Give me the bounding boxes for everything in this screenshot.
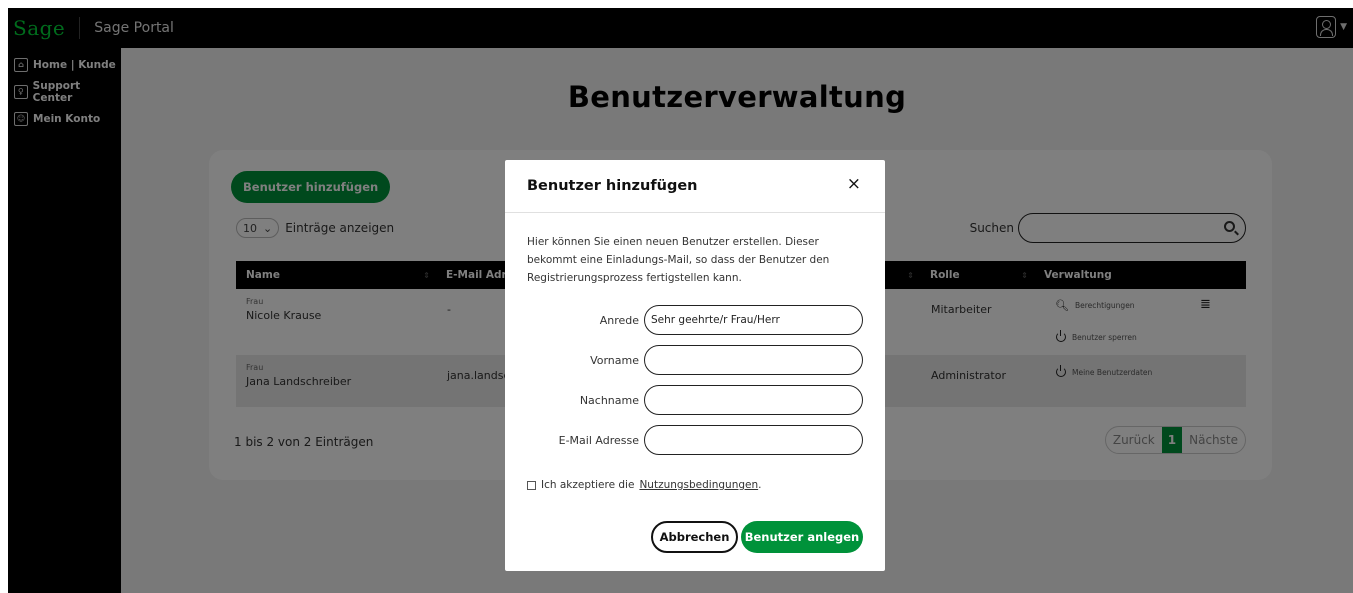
field-label: Vorname: [590, 354, 639, 367]
email-input[interactable]: [644, 425, 863, 455]
last-name-field: Nachname: [505, 385, 885, 417]
add-user-dialog: Benutzer hinzufügen × Hier können Sie ei…: [505, 160, 885, 571]
terms-link[interactable]: Nutzungsbedingungen: [639, 479, 758, 491]
dialog-header: Benutzer hinzufügen ×: [505, 160, 885, 213]
terms-row: Ich akzeptiere die Nutzungsbedingungen.: [527, 479, 761, 491]
terms-suffix: .: [758, 479, 762, 491]
cancel-button[interactable]: Abbrechen: [651, 521, 738, 553]
email-field: E-Mail Adresse: [505, 425, 885, 457]
field-label: Anrede: [599, 314, 639, 327]
salutation-select[interactable]: Sehr geehrte/r Frau/Herr: [644, 305, 863, 335]
field-label: Nachname: [579, 394, 639, 407]
terms-text: Ich akzeptiere die: [541, 479, 635, 491]
last-name-input[interactable]: [644, 385, 863, 415]
field-label: E-Mail Adresse: [558, 434, 639, 447]
close-icon[interactable]: ×: [847, 174, 861, 194]
create-user-button[interactable]: Benutzer anlegen: [741, 521, 863, 553]
dialog-description: Hier können Sie einen neuen Benutzer ers…: [527, 236, 830, 284]
first-name-input[interactable]: [644, 345, 863, 375]
app-frame: Sage Sage Portal ▼ ⌂ Home | Kunde ♀ Supp…: [8, 8, 1353, 593]
salutation-field: Anrede Sehr geehrte/r Frau/Herr: [505, 305, 885, 337]
dialog-title: Benutzer hinzufügen: [527, 178, 698, 194]
first-name-field: Vorname: [505, 345, 885, 377]
terms-checkbox[interactable]: [527, 480, 536, 490]
